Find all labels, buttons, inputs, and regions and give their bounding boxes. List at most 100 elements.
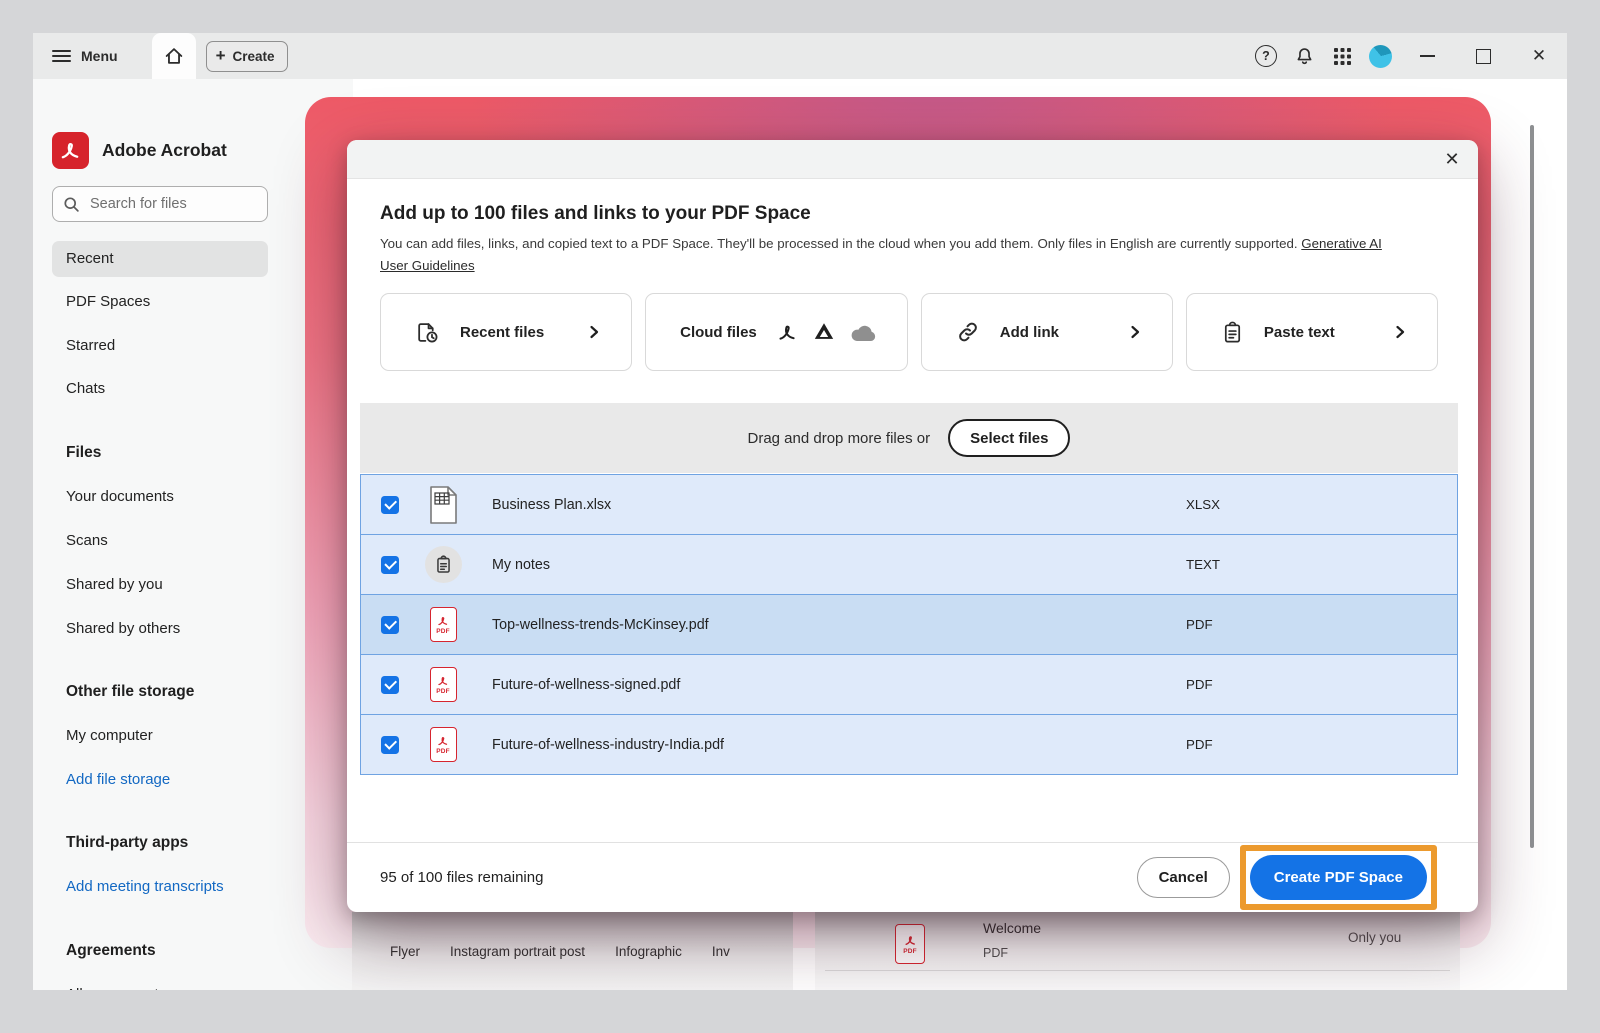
notes-icon bbox=[424, 543, 462, 587]
close-icon: ✕ bbox=[1532, 46, 1546, 66]
add-link-card[interactable]: Add link bbox=[921, 293, 1173, 371]
cancel-button[interactable]: Cancel bbox=[1137, 857, 1230, 898]
file-checkbox[interactable] bbox=[381, 676, 399, 694]
sidebar-heading-third-party-apps: Third-party apps bbox=[66, 825, 188, 861]
modal-footer: 95 of 100 files remaining Cancel Create … bbox=[347, 842, 1478, 912]
search-box[interactable] bbox=[52, 186, 268, 222]
pdf-file-icon: PDF bbox=[424, 723, 462, 767]
pdf-file-icon: PDF bbox=[424, 663, 462, 707]
tab-home[interactable] bbox=[152, 33, 196, 79]
search-icon bbox=[63, 196, 80, 213]
template-label-invoice[interactable]: Inv bbox=[712, 944, 730, 959]
modal-close-button[interactable]: ✕ bbox=[1438, 145, 1466, 173]
account-button[interactable] bbox=[1361, 33, 1399, 79]
maximize-button[interactable] bbox=[1455, 33, 1511, 79]
file-row-my-notes[interactable]: My notes TEXT bbox=[361, 534, 1457, 594]
pdf-file-icon: PDF bbox=[895, 924, 925, 964]
vertical-scrollbar[interactable] bbox=[1530, 125, 1534, 848]
pdf-file-icon: PDF bbox=[424, 603, 462, 647]
file-checkbox[interactable] bbox=[381, 616, 399, 634]
pdf-badge: PDF bbox=[436, 628, 450, 635]
cloud-provider-icons bbox=[777, 321, 877, 343]
menu-button[interactable]: Menu bbox=[33, 33, 132, 79]
sidebar-item-shared-by-you[interactable]: Shared by you bbox=[52, 567, 268, 603]
paste-text-card[interactable]: Paste text bbox=[1186, 293, 1438, 371]
pdf-badge: PDF bbox=[436, 688, 450, 695]
template-label-instagram[interactable]: Instagram portrait post bbox=[450, 944, 585, 959]
cloud-files-card[interactable]: Cloud files bbox=[645, 293, 908, 371]
dropzone[interactable]: Drag and drop more files or Select files bbox=[360, 403, 1458, 473]
file-checkbox[interactable] bbox=[381, 736, 399, 754]
modal-description-text: You can add files, links, and copied tex… bbox=[380, 236, 1301, 251]
recent-files-icon bbox=[415, 320, 440, 345]
background-file-type: PDF bbox=[983, 946, 1008, 960]
chevron-right-icon bbox=[587, 325, 601, 339]
sidebar-link-add-meeting-transcripts[interactable]: Add meeting transcripts bbox=[52, 869, 268, 905]
footer-actions: Cancel Create PDF Space bbox=[1137, 845, 1437, 910]
recent-files-card[interactable]: Recent files bbox=[380, 293, 632, 371]
apps-grid-button[interactable] bbox=[1323, 33, 1361, 79]
paste-text-label: Paste text bbox=[1264, 324, 1335, 341]
menu-label: Menu bbox=[81, 48, 118, 64]
file-row-future-wellness-signed[interactable]: PDF Future-of-wellness-signed.pdf PDF bbox=[361, 654, 1457, 714]
template-label-infographic[interactable]: Infographic bbox=[615, 944, 682, 959]
file-type: XLSX bbox=[1186, 497, 1220, 512]
sidebar-link-add-file-storage[interactable]: Add file storage bbox=[52, 762, 268, 798]
chevron-right-icon bbox=[1128, 325, 1142, 339]
recent-files-label: Recent files bbox=[460, 324, 544, 341]
create-pdf-space-button[interactable]: Create PDF Space bbox=[1250, 855, 1427, 900]
file-name: Business Plan.xlsx bbox=[492, 497, 611, 513]
modal-title: Add up to 100 files and links to your PD… bbox=[380, 203, 1438, 225]
file-row-future-wellness-india[interactable]: PDF Future-of-wellness-industry-India.pd… bbox=[361, 714, 1457, 774]
onedrive-icon bbox=[850, 323, 877, 342]
sidebar-item-all-agreements[interactable]: All agreements bbox=[52, 977, 268, 990]
template-strip: Flyer Instagram portrait post Infographi… bbox=[352, 912, 793, 990]
dropzone-text: Drag and drop more files or bbox=[748, 430, 931, 447]
notifications-button[interactable] bbox=[1285, 33, 1323, 79]
spreadsheet-file-icon bbox=[424, 483, 462, 527]
hamburger-icon bbox=[52, 50, 71, 63]
divider bbox=[825, 970, 1450, 971]
close-button[interactable]: ✕ bbox=[1511, 33, 1567, 79]
add-link-label: Add link bbox=[1000, 324, 1059, 341]
template-label-flyer[interactable]: Flyer bbox=[390, 944, 420, 959]
sidebar-item-starred[interactable]: Starred bbox=[52, 328, 268, 364]
source-cards: Recent files Cloud files bbox=[380, 293, 1438, 371]
cloud-files-label: Cloud files bbox=[680, 324, 757, 341]
sidebar-item-recent[interactable]: Recent bbox=[52, 241, 268, 277]
sidebar-item-your-documents[interactable]: Your documents bbox=[52, 479, 268, 515]
home-icon bbox=[163, 45, 185, 67]
select-files-button[interactable]: Select files bbox=[948, 419, 1070, 457]
sidebar-heading-files: Files bbox=[66, 435, 101, 471]
google-drive-icon bbox=[813, 321, 835, 343]
help-button[interactable]: ? bbox=[1247, 33, 1285, 79]
brand: Adobe Acrobat bbox=[52, 132, 227, 169]
titlebar-right: ? bbox=[1247, 33, 1567, 79]
sidebar-item-shared-by-others[interactable]: Shared by others bbox=[52, 611, 268, 647]
link-icon bbox=[956, 320, 980, 344]
sidebar-item-chats[interactable]: Chats bbox=[52, 371, 268, 407]
file-row-top-wellness-trends[interactable]: PDF Top-wellness-trends-McKinsey.pdf PDF bbox=[361, 594, 1457, 654]
add-files-modal: ✕ Add up to 100 files and links to your … bbox=[347, 140, 1478, 912]
background-file-access: Only you bbox=[1348, 930, 1401, 945]
minimize-button[interactable] bbox=[1399, 33, 1455, 79]
sidebar-heading-other-file-storage: Other file storage bbox=[66, 674, 194, 710]
file-type: TEXT bbox=[1186, 557, 1220, 572]
file-name: Future-of-wellness-signed.pdf bbox=[492, 677, 680, 693]
clipboard-icon bbox=[1221, 321, 1244, 344]
file-name: Top-wellness-trends-McKinsey.pdf bbox=[492, 617, 709, 633]
sidebar-item-pdf-spaces[interactable]: PDF Spaces bbox=[52, 284, 268, 320]
sidebar-item-scans[interactable]: Scans bbox=[52, 523, 268, 559]
acrobat-cloud-icon bbox=[777, 322, 798, 343]
sidebar-item-my-computer[interactable]: My computer bbox=[52, 718, 268, 754]
create-button[interactable]: + Create bbox=[206, 41, 288, 72]
file-list: Business Plan.xlsx XLSX bbox=[360, 474, 1458, 775]
bell-icon bbox=[1294, 46, 1315, 67]
file-row-business-plan[interactable]: Business Plan.xlsx XLSX bbox=[361, 475, 1457, 534]
background-file-name: Welcome bbox=[983, 920, 1041, 936]
file-checkbox[interactable] bbox=[381, 556, 399, 574]
app-title: Adobe Acrobat bbox=[102, 140, 227, 161]
acrobat-logo-icon bbox=[52, 132, 89, 169]
search-input[interactable] bbox=[88, 195, 242, 213]
file-checkbox[interactable] bbox=[381, 496, 399, 514]
